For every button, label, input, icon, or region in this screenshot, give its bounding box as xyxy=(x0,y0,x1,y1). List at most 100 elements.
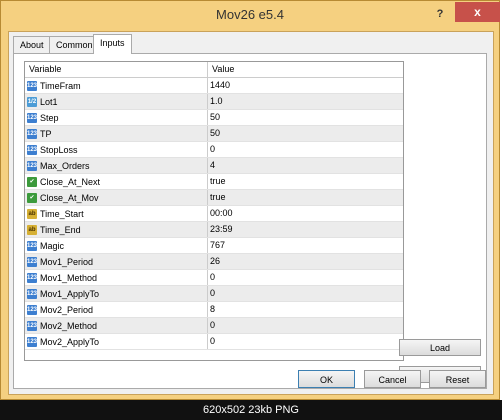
variable-name: TP xyxy=(40,128,52,139)
variable-name: Mov2_Period xyxy=(40,304,94,315)
variable-name: Close_At_Mov xyxy=(40,192,99,203)
table-row[interactable]: 123 Mov1_Period 26 xyxy=(25,254,403,270)
value-cell[interactable]: 50 xyxy=(208,110,403,125)
value-cell[interactable]: 8 xyxy=(208,302,403,317)
value-cell[interactable]: true xyxy=(208,190,403,205)
variable-name: Step xyxy=(40,112,59,123)
value-cell[interactable]: 50 xyxy=(208,126,403,141)
bool-type-icon: ✔ xyxy=(27,176,37,187)
variable-cell: 123 Step xyxy=(25,110,208,125)
variable-name: Mov2_Method xyxy=(40,320,98,331)
variable-cell: ✔ Close_At_Mov xyxy=(25,190,208,205)
variable-cell: 123 Magic xyxy=(25,238,208,253)
value-cell[interactable]: 1440 xyxy=(208,78,403,93)
variable-cell: 123 StopLoss xyxy=(25,142,208,157)
int-type-icon: 123 xyxy=(27,112,38,123)
table-row[interactable]: ✔ Close_At_Mov true xyxy=(25,190,403,206)
table-row[interactable]: 123 TP 50 xyxy=(25,126,403,142)
table-row[interactable]: 123 Max_Orders 4 xyxy=(25,158,403,174)
int-type-icon: 123 xyxy=(27,288,38,299)
int-type-icon: 123 xyxy=(27,144,38,155)
value-cell[interactable]: 0 xyxy=(208,286,403,301)
table-row[interactable]: 123 Mov2_Method 0 xyxy=(25,318,403,334)
dialog-window: Mov26 e5.4 ? x About Common Inputs Varia… xyxy=(0,0,500,400)
table-row[interactable]: 123 Mov2_ApplyTo 0 xyxy=(25,334,403,350)
variable-name: Mov1_Method xyxy=(40,272,98,283)
variable-name: Mov2_ApplyTo xyxy=(40,336,100,347)
variable-cell: ✔ Close_At_Next xyxy=(25,174,208,189)
value-cell[interactable]: 0 xyxy=(208,142,403,157)
string-type-icon: ab xyxy=(27,224,37,235)
image-footer: 620x502 23kb PNG xyxy=(0,400,502,420)
variable-name: TimeFram xyxy=(40,80,81,91)
title-bar[interactable]: Mov26 e5.4 ? x xyxy=(1,1,500,29)
table-row[interactable]: 123 StopLoss 0 xyxy=(25,142,403,158)
value-cell[interactable]: true xyxy=(208,174,403,189)
value-cell[interactable]: 4 xyxy=(208,158,403,173)
close-button[interactable]: x xyxy=(455,2,500,22)
variable-cell: 123 Mov2_ApplyTo xyxy=(25,334,208,349)
variable-name: Close_At_Next xyxy=(40,176,101,187)
parameters-grid: Variable Value 123 TimeFram 1440 1/2 Lot1 1.0… xyxy=(24,61,404,361)
variable-name: StopLoss xyxy=(40,144,78,155)
variable-cell: ab Time_Start xyxy=(25,206,208,221)
variable-name: Lot1 xyxy=(40,96,58,107)
int-type-icon: 123 xyxy=(27,272,38,283)
int-type-icon: 123 xyxy=(27,336,38,347)
variable-column-header[interactable]: Variable xyxy=(25,62,208,77)
window-title: Mov26 e5.4 xyxy=(216,7,284,22)
table-row[interactable]: 123 Mov2_Period 8 xyxy=(25,302,403,318)
value-cell[interactable]: 767 xyxy=(208,238,403,253)
help-button[interactable]: ? xyxy=(433,7,447,21)
value-cell[interactable]: 00:00 xyxy=(208,206,403,221)
value-cell[interactable]: 0 xyxy=(208,270,403,285)
string-type-icon: ab xyxy=(27,208,37,219)
value-column-header[interactable]: Value xyxy=(208,62,403,77)
ok-button[interactable]: OK xyxy=(298,370,355,388)
variable-cell: 123 TimeFram xyxy=(25,78,208,93)
variable-name: Time_Start xyxy=(40,208,84,219)
tab-about[interactable]: About xyxy=(13,36,51,53)
table-row[interactable]: 1/2 Lot1 1.0 xyxy=(25,94,403,110)
value-cell[interactable]: 0 xyxy=(208,318,403,333)
variable-name: Mov1_ApplyTo xyxy=(40,288,100,299)
value-cell[interactable]: 26 xyxy=(208,254,403,269)
int-type-icon: 123 xyxy=(27,304,38,315)
int-type-icon: 123 xyxy=(27,160,38,171)
tab-common[interactable]: Common xyxy=(49,36,100,53)
table-row[interactable]: ab Time_End 23:59 xyxy=(25,222,403,238)
value-cell[interactable]: 23:59 xyxy=(208,222,403,237)
int-type-icon: 123 xyxy=(27,128,38,139)
variable-cell: 123 Mov1_ApplyTo xyxy=(25,286,208,301)
table-row[interactable]: 123 Step 50 xyxy=(25,110,403,126)
load-button[interactable]: Load xyxy=(399,339,481,356)
table-row[interactable]: ✔ Close_At_Next true xyxy=(25,174,403,190)
tab-inputs[interactable]: Inputs xyxy=(93,34,132,54)
variable-name: Time_End xyxy=(40,224,81,235)
variable-cell: 1/2 Lot1 xyxy=(25,94,208,109)
int-type-icon: 123 xyxy=(27,80,38,91)
variable-name: Mov1_Period xyxy=(40,256,94,267)
value-cell[interactable]: 0 xyxy=(208,334,403,349)
table-row[interactable]: 123 Mov1_Method 0 xyxy=(25,270,403,286)
reset-button[interactable]: Reset xyxy=(429,370,486,388)
bool-type-icon: ✔ xyxy=(27,192,37,203)
double-type-icon: 1/2 xyxy=(27,96,37,107)
variable-name: Max_Orders xyxy=(40,160,90,171)
int-type-icon: 123 xyxy=(27,240,38,251)
table-row[interactable]: ab Time_Start 00:00 xyxy=(25,206,403,222)
variable-cell: 123 Mov2_Method xyxy=(25,318,208,333)
variable-cell: 123 Max_Orders xyxy=(25,158,208,173)
table-row[interactable]: 123 Magic 767 xyxy=(25,238,403,254)
variable-name: Magic xyxy=(40,240,65,251)
int-type-icon: 123 xyxy=(27,256,38,267)
int-type-icon: 123 xyxy=(27,320,38,331)
variable-cell: ab Time_End xyxy=(25,222,208,237)
cancel-button[interactable]: Cancel xyxy=(364,370,421,388)
variable-cell: 123 Mov1_Period xyxy=(25,254,208,269)
table-row[interactable]: 123 TimeFram 1440 xyxy=(25,78,403,94)
value-cell[interactable]: 1.0 xyxy=(208,94,403,109)
grid-body: 123 TimeFram 1440 1/2 Lot1 1.0 123 Step 50 123 TP 5… xyxy=(25,78,403,350)
inputs-panel: Variable Value 123 TimeFram 1440 1/2 Lot1 1.0… xyxy=(13,53,487,389)
table-row[interactable]: 123 Mov1_ApplyTo 0 xyxy=(25,286,403,302)
